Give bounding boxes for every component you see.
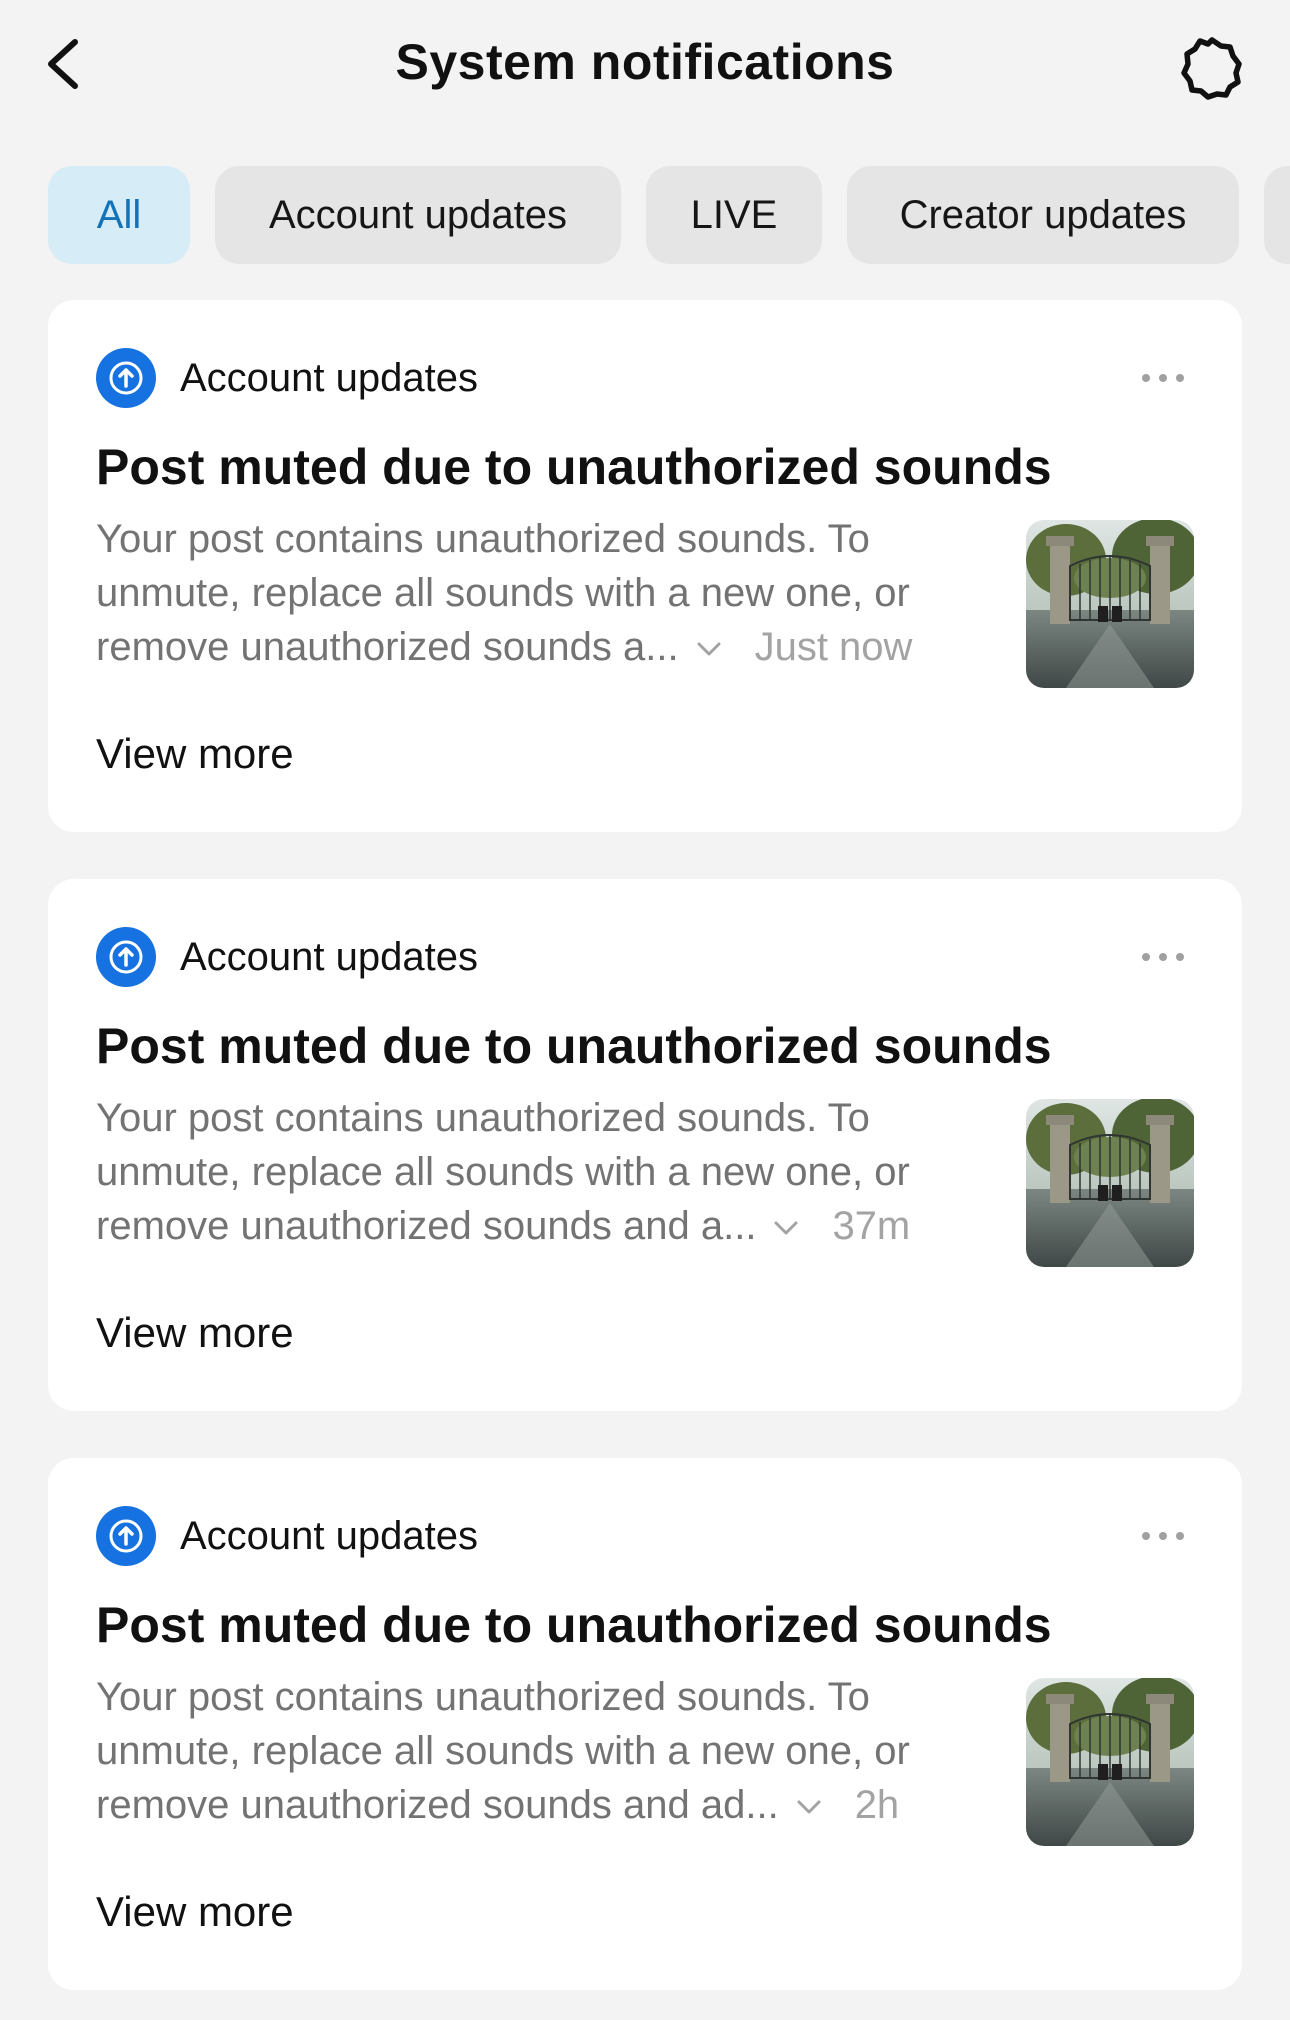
- tab-account-updates[interactable]: Account updates: [215, 166, 621, 264]
- notification-title: Post muted due to unauthorized sounds: [96, 1597, 1052, 1653]
- tab-next-partial[interactable]: [1264, 166, 1290, 264]
- more-options-button[interactable]: [1128, 937, 1198, 977]
- post-thumbnail[interactable]: [1026, 1099, 1194, 1267]
- body-line: Your post contains unauthorized sounds. …: [96, 1096, 870, 1140]
- tab-all[interactable]: All: [48, 166, 190, 264]
- body-line-text: remove unauthorized sounds and ad...: [96, 1783, 779, 1827]
- notification-title: Post muted due to unauthorized sounds: [96, 439, 1052, 495]
- timestamp: 37m: [832, 1204, 911, 1248]
- body-line: Your post contains unauthorized sounds. …: [96, 1675, 870, 1719]
- post-thumbnail[interactable]: [1026, 520, 1194, 688]
- body-line: Your post contains unauthorized sounds. …: [96, 517, 870, 561]
- chevron-down-icon[interactable]: [772, 1219, 800, 1237]
- filter-tabs: All Account updates LIVE Creator updates: [0, 166, 1290, 266]
- tab-label: Creator updates: [899, 192, 1187, 237]
- chevron-down-icon[interactable]: [695, 640, 723, 658]
- ellipsis-icon: [1142, 953, 1184, 961]
- body-line: unmute, replace all sounds with a new on…: [96, 1150, 910, 1194]
- body-line-last: remove unauthorized sounds and a... 37m: [96, 1199, 1016, 1253]
- category-label: Account updates: [180, 1513, 478, 1558]
- notification-title: Post muted due to unauthorized sounds: [96, 1018, 1052, 1074]
- upload-arrow-icon: [96, 348, 156, 408]
- tab-label: LIVE: [690, 192, 778, 237]
- view-more-link[interactable]: View more: [96, 730, 294, 778]
- view-more-link[interactable]: View more: [96, 1309, 294, 1357]
- post-thumbnail[interactable]: [1026, 1678, 1194, 1846]
- body-line-last: remove unauthorized sounds a... Just now: [96, 620, 1016, 674]
- upload-arrow-icon: [96, 927, 156, 987]
- chevron-down-icon[interactable]: [795, 1798, 823, 1816]
- notification-body: Your post contains unauthorized sounds. …: [96, 1670, 1016, 1832]
- gear-icon: [1181, 37, 1242, 100]
- more-options-button[interactable]: [1128, 358, 1198, 398]
- body-line-text: remove unauthorized sounds and a...: [96, 1204, 757, 1248]
- more-options-button[interactable]: [1128, 1516, 1198, 1556]
- category-row: Account updates: [96, 927, 478, 987]
- category-row: Account updates: [96, 348, 478, 408]
- ellipsis-icon: [1142, 374, 1184, 382]
- notification-card[interactable]: Account updates Post muted due to unauth…: [48, 1458, 1242, 1990]
- body-line: unmute, replace all sounds with a new on…: [96, 1729, 910, 1773]
- view-more-link[interactable]: View more: [96, 1888, 294, 1936]
- notification-body: Your post contains unauthorized sounds. …: [96, 512, 1016, 674]
- category-label: Account updates: [180, 934, 478, 979]
- tab-label: All: [96, 192, 142, 237]
- tab-label: Account updates: [269, 192, 567, 237]
- tab-creator-updates[interactable]: Creator updates: [847, 166, 1239, 264]
- notification-card[interactable]: Account updates Post muted due to unauth…: [48, 879, 1242, 1411]
- body-line-last: remove unauthorized sounds and ad... 2h: [96, 1778, 1016, 1832]
- category-label: Account updates: [180, 355, 478, 400]
- category-row: Account updates: [96, 1506, 478, 1566]
- notification-card[interactable]: Account updates Post muted due to unauth…: [48, 300, 1242, 832]
- ellipsis-icon: [1142, 1532, 1184, 1540]
- tab-live[interactable]: LIVE: [646, 166, 822, 264]
- upload-arrow-icon: [96, 1506, 156, 1566]
- notification-body: Your post contains unauthorized sounds. …: [96, 1091, 1016, 1253]
- timestamp: Just now: [754, 625, 913, 669]
- page-title: System notifications: [395, 34, 895, 90]
- body-line: unmute, replace all sounds with a new on…: [96, 571, 910, 615]
- timestamp: 2h: [854, 1783, 900, 1827]
- settings-button[interactable]: [1180, 36, 1244, 100]
- body-line-text: remove unauthorized sounds a...: [96, 625, 679, 669]
- header-bar: System notifications: [0, 0, 1290, 130]
